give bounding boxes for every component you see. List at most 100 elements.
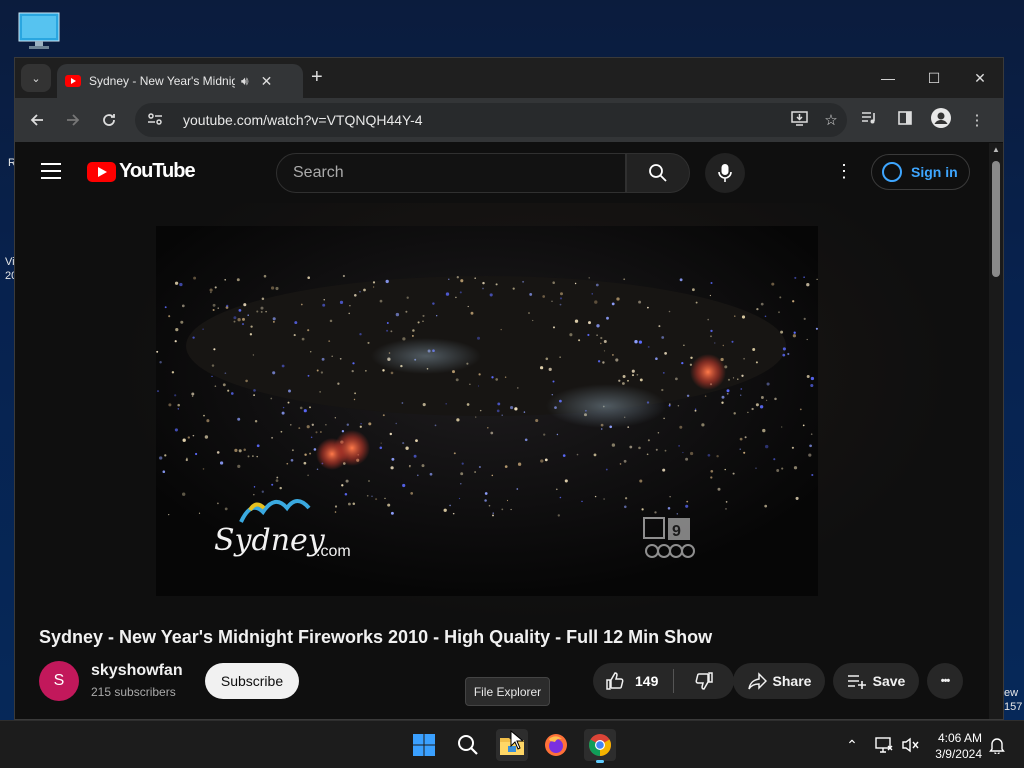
city-light: [576, 453, 579, 456]
sign-in-button[interactable]: Sign in: [871, 154, 970, 190]
city-light: [331, 355, 333, 358]
city-light: [372, 281, 376, 284]
city-light: [351, 369, 354, 373]
youtube-logo[interactable]: YouTube: [87, 160, 196, 183]
city-light: [224, 372, 227, 375]
city-light: [307, 276, 310, 279]
city-light: [629, 445, 633, 449]
city-light: [774, 397, 777, 401]
speaker-icon[interactable]: 🔊︎: [241, 74, 249, 89]
side-panel-icon[interactable]: [887, 111, 923, 129]
maximize-button[interactable]: ☐: [911, 58, 957, 98]
dislike-button[interactable]: [674, 671, 734, 691]
city-light: [616, 297, 620, 301]
city-light: [636, 373, 639, 376]
chrome-icon: [589, 734, 611, 756]
city-light: [760, 302, 764, 306]
tab-search-button[interactable]: ⌄: [21, 64, 51, 92]
city-light: [202, 468, 205, 470]
scroll-up-arrow-icon[interactable]: ▲: [992, 145, 1000, 154]
city-light: [204, 435, 209, 439]
page-scrollbar[interactable]: ▲: [989, 143, 1003, 719]
bookmark-star-icon[interactable]: ☆: [815, 111, 847, 129]
bell-icon[interactable]: [987, 736, 1007, 754]
start-button[interactable]: [408, 729, 440, 761]
share-button[interactable]: Share: [733, 663, 825, 699]
city-light: [792, 300, 795, 303]
forward-button[interactable]: [55, 112, 91, 128]
city-light: [619, 463, 622, 465]
city-light: [776, 469, 780, 472]
chrome-taskbar-button[interactable]: [584, 729, 616, 763]
new-tab-button[interactable]: +: [311, 66, 323, 89]
city-light: [762, 428, 766, 433]
city-light: [379, 446, 383, 450]
more-actions-button[interactable]: •••: [927, 663, 963, 699]
city-light: [242, 317, 245, 321]
city-light: [669, 496, 671, 498]
network-icon[interactable]: [870, 737, 898, 753]
this-pc-desktop-icon[interactable]: [18, 12, 60, 50]
city-light: [389, 432, 393, 436]
city-light: [402, 483, 406, 488]
city-light: [352, 362, 355, 365]
city-light: [171, 371, 175, 374]
settings-more-icon[interactable]: ⋮: [835, 161, 853, 182]
city-light: [408, 465, 411, 468]
city-light: [339, 357, 342, 360]
tab-youtube[interactable]: Sydney - New Year's Midnight Fireworks 2…: [57, 64, 303, 98]
city-light: [787, 352, 790, 356]
search-icon: [649, 164, 667, 182]
like-button[interactable]: 149: [593, 671, 673, 691]
city-light: [316, 468, 319, 471]
city-light: [187, 436, 190, 439]
city-light: [529, 292, 533, 296]
subscribe-button[interactable]: Subscribe: [205, 663, 299, 699]
save-button[interactable]: Save: [833, 663, 919, 699]
chevron-up-icon[interactable]: ⌃: [842, 737, 862, 754]
search-input[interactable]: Search: [276, 153, 626, 193]
city-light: [359, 425, 362, 428]
city-light: [559, 496, 562, 499]
city-light: [631, 369, 635, 373]
reload-icon: [103, 114, 115, 126]
city-light: [710, 476, 713, 479]
volume-muted-icon[interactable]: [898, 737, 922, 753]
voice-search-button[interactable]: [705, 153, 745, 193]
hamburger-menu-icon[interactable]: [41, 163, 61, 179]
search-button[interactable]: [626, 153, 690, 193]
scrollbar-thumb[interactable]: [992, 161, 1000, 277]
search-taskbar-button[interactable]: [452, 729, 484, 761]
city-light: [722, 344, 725, 347]
back-button[interactable]: [19, 112, 55, 128]
city-light: [677, 405, 680, 407]
city-light: [293, 334, 296, 337]
city-light: [474, 471, 476, 473]
firefox-taskbar-button[interactable]: [540, 729, 572, 761]
media-controls-icon[interactable]: [851, 111, 887, 129]
city-light: [654, 511, 657, 514]
city-light: [329, 319, 333, 323]
install-app-icon[interactable]: [783, 110, 815, 130]
site-info-icon[interactable]: [147, 112, 171, 129]
close-window-button[interactable]: ✕: [957, 58, 1003, 98]
reload-button[interactable]: [91, 112, 127, 128]
windows-logo-icon: [413, 734, 435, 756]
city-light: [793, 466, 798, 470]
city-light: [578, 339, 581, 342]
city-light: [725, 508, 727, 510]
profile-avatar-icon[interactable]: [923, 108, 959, 132]
channel-avatar[interactable]: S: [39, 661, 79, 701]
city-light: [556, 433, 559, 436]
address-bar[interactable]: youtube.com/watch?v=VTQNQH44Y-4 ☆: [135, 103, 847, 137]
channel-name-link[interactable]: skyshowfan: [91, 662, 183, 680]
city-light: [290, 458, 294, 462]
city-light: [569, 333, 573, 337]
video-player[interactable]: Sydney .com 9: [156, 226, 818, 596]
minimize-button[interactable]: —: [865, 58, 911, 98]
kebab-menu-icon[interactable]: ⋮: [959, 111, 995, 129]
city-light: [390, 330, 393, 333]
url-text[interactable]: youtube.com/watch?v=VTQNQH44Y-4: [183, 112, 783, 128]
taskbar-clock[interactable]: 4:06 AM 3/9/2024: [926, 730, 982, 762]
close-tab-button[interactable]: ✕: [261, 73, 273, 90]
